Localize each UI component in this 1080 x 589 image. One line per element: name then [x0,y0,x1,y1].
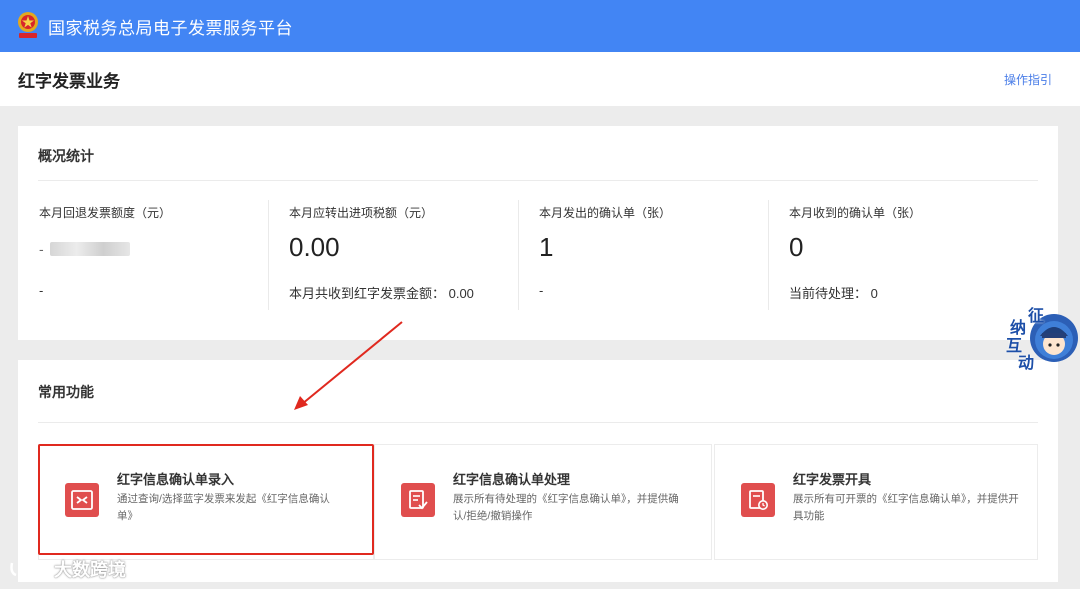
stat-received-confirmations: 本月收到的确认单（张） 0 当前待处理： 0 [768,200,1018,310]
watermark-text: 大数跨境 [54,560,126,580]
stat-label: 本月发出的确认单（张） [539,206,672,220]
assistant-char: 动 [1018,355,1035,372]
guide-link[interactable]: 操作指引 [1004,71,1052,88]
tile-title: 红字信息确认单处理 [453,472,571,487]
stat-input-tax-transfer: 本月应转出进项税额（元） 0.00 本月共收到红字发票金额： 0.00 [268,200,518,310]
divider [38,180,1038,181]
assistant-char: 征 [1028,308,1045,325]
tile-confirmation-processing[interactable]: 红字信息确认单处理 展示所有待处理的《红字信息确认单》，并提供确认/拒绝/撤销操… [374,444,712,560]
watermark-logo-icon [10,561,42,577]
page-title: 红字发票业务 [18,71,120,91]
stat-sub: 当前待处理： 0 [789,286,878,301]
highlight-box [38,444,374,555]
stat-value: 1 [539,232,554,262]
tile-title: 红字发票开具 [793,472,872,487]
stat-value: 0.00 [289,232,340,262]
assistant-widget[interactable]: 征 纳 互 动 [1002,300,1080,372]
tax-emblem-icon [16,11,40,41]
stat-sub: - [539,283,544,298]
stat-value-blurred: - [39,231,268,263]
app-title: 国家税务总局电子发票服务平台 [48,18,293,38]
document-clock-icon [741,483,775,517]
divider [38,422,1038,423]
document-check-icon [401,483,435,517]
top-bar: 国家税务总局电子发票服务平台 [0,0,1080,52]
tile-description: 展示所有可开票的《红字信息确认单》，并提供开具功能 [793,493,1019,522]
stat-sent-confirmations: 本月发出的确认单（张） 1 - [518,200,768,310]
stat-label: 本月收到的确认单（张） [789,206,922,220]
stats-title: 概况统计 [38,148,94,164]
tile-red-invoice-issue[interactable]: 红字发票开具 展示所有可开票的《红字信息确认单》，并提供开具功能 [714,444,1038,560]
stat-sub: 本月共收到红字发票金额： 0.00 [289,286,474,301]
watermark: 大数跨境 [8,556,126,582]
stat-sub: - [39,283,44,298]
redacted-value [49,242,130,257]
tile-description: 展示所有待处理的《红字信息确认单》，并提供确认/拒绝/撤销操作 [453,493,679,522]
stat-value: 0 [789,232,804,262]
stats-card: 概况统计 本月回退发票额度（元） - - 本月应转出进项税额（元） 0.00 本… [18,126,1058,340]
functions-title: 常用功能 [38,384,94,400]
stat-label: 本月应转出进项税额（元） [289,206,434,220]
page-header: 红字发票业务 操作指引 [0,52,1080,106]
stat-label: 本月回退发票额度（元） [39,206,172,220]
stat-refund-quota: 本月回退发票额度（元） - - [18,200,268,310]
stats-row: 本月回退发票额度（元） - - 本月应转出进项税额（元） 0.00 本月共收到红… [18,200,1058,310]
